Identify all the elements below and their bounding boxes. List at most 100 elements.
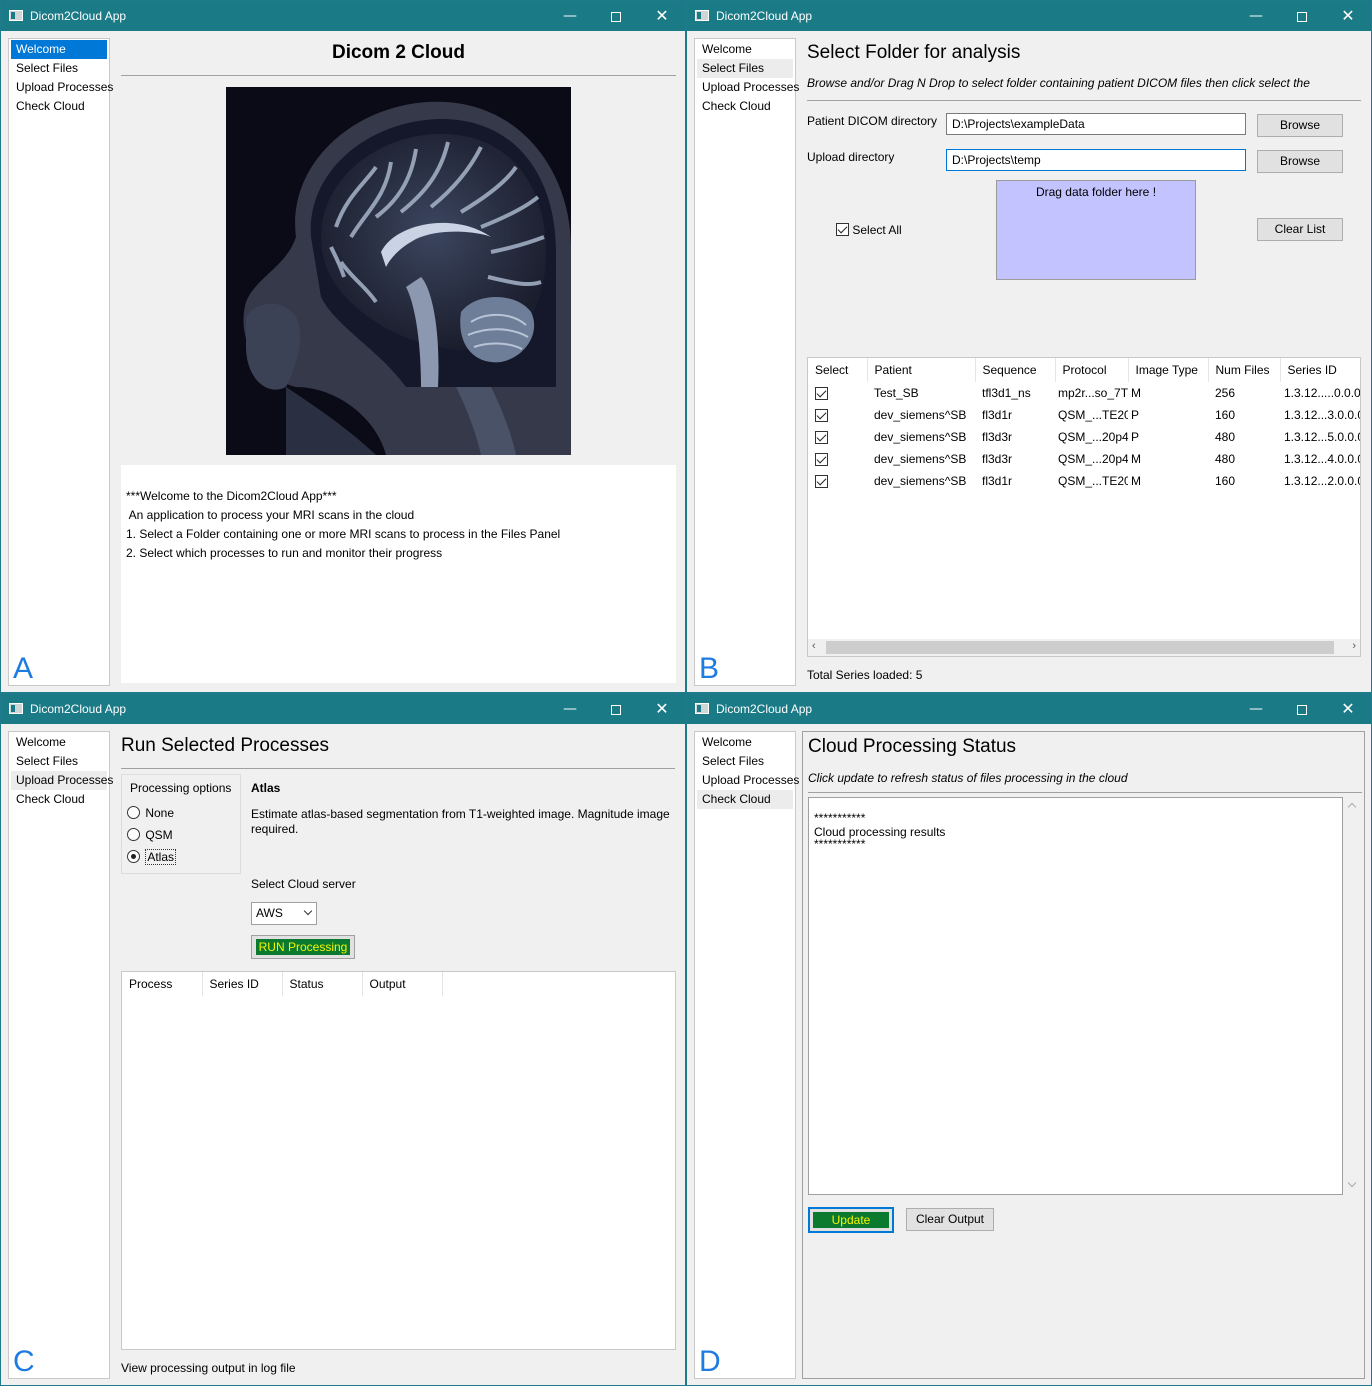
row-checkbox[interactable] [815,475,828,489]
panel-letter: B [699,652,720,685]
radio-icon[interactable] [127,806,140,820]
welcome-text-box: ***Welcome to the Dicom2Cloud App*** An … [121,465,676,683]
maximize-icon[interactable] [593,1,639,31]
column-header[interactable]: Protocol [1055,358,1129,382]
chevron-down-icon [303,906,313,916]
minimize-icon[interactable]: — [1233,694,1279,724]
table-row[interactable]: dev_siemens^SB fl3d1r QSM_...TE20 M 160 … [808,470,1360,492]
maximize-icon[interactable] [593,694,639,724]
column-header[interactable]: Series ID [1280,358,1360,382]
output-line: *********** [814,811,866,825]
column-header[interactable]: Process [122,972,203,996]
sidebar-item-select-files[interactable]: Select Files [697,752,793,771]
titlebar[interactable]: Dicom2Cloud App — ✕ [1,1,685,31]
radio-icon[interactable] [127,850,140,864]
sidebar-item-upload-processes[interactable]: Upload Processes [11,78,113,97]
close-icon[interactable]: ✕ [639,1,685,31]
radio-icon[interactable] [127,828,140,842]
cell-num-files: 160 [1215,408,1236,422]
sidebar-item-check-cloud[interactable]: Check Cloud [697,790,793,809]
server-select[interactable]: AWS [251,902,317,925]
cell-sequence: fl3d1r [982,408,1013,422]
cloud-output-box[interactable]: *********** Cloud processing results ***… [808,797,1343,1195]
column-header[interactable]: Sequence [975,358,1056,382]
sidebar-item-upload-processes[interactable]: Upload Processes [11,771,113,790]
table-row[interactable]: dev_siemens^SB fl3d3r QSM_...20p4 P 480 … [808,426,1360,448]
cell-protocol: QSM_...TE20 [1058,408,1128,422]
minimize-icon[interactable]: — [1233,1,1279,31]
table-row[interactable]: Test_SB tfl3d1_ns mp2r...so_7T M 256 1.3… [808,382,1360,404]
minimize-icon[interactable]: — [547,1,593,31]
column-header[interactable]: Series ID [202,972,283,996]
sidebar-item-welcome[interactable]: Welcome [11,733,107,752]
cell-patient: dev_siemens^SB [874,430,967,444]
update-button[interactable]: Update [813,1212,889,1228]
log-footer: View processing output in log file [121,1361,296,1375]
radio-none[interactable]: None [127,805,174,820]
clear-output-button[interactable]: Clear Output [906,1208,994,1231]
patient-dir-input[interactable]: D:\Projects\exampleData [946,113,1246,135]
sidebar-item-welcome[interactable]: Welcome [11,40,107,59]
drop-zone[interactable]: Drag data folder here ! [996,180,1196,280]
welcome-line: ***Welcome to the Dicom2Cloud App*** [126,489,337,503]
select-all-checkbox[interactable]: Select All [836,222,902,237]
vertical-scrollbar[interactable] [1344,797,1362,1195]
sidebar-item-check-cloud[interactable]: Check Cloud [697,97,793,116]
titlebar[interactable]: Dicom2Cloud App — ✕ [1,694,685,724]
row-checkbox[interactable] [815,431,828,445]
radio-qsm[interactable]: QSM [127,827,173,842]
app-window-icon [9,703,23,714]
minimize-icon[interactable]: — [547,694,593,724]
close-icon[interactable]: ✕ [639,694,685,724]
cell-series-id: 1.3.12...3.0.0.0 [1284,408,1361,422]
cell-series-id: 1.3.12...4.0.0.0 [1284,452,1361,466]
upload-dir-input[interactable]: D:\Projects\temp [946,149,1246,171]
clear-list-button[interactable]: Clear List [1257,218,1343,241]
maximize-icon[interactable] [1279,694,1325,724]
sidebar-item-welcome[interactable]: Welcome [697,40,793,59]
column-header[interactable]: Status [282,972,363,996]
checkbox-icon[interactable] [836,223,849,237]
sidebar-item-check-cloud[interactable]: Check Cloud [11,97,107,116]
column-header[interactable]: Num Files [1208,358,1281,382]
drop-zone-label: Drag data folder here ! [1035,185,1157,199]
scroll-up-icon[interactable] [1347,802,1357,812]
row-checkbox[interactable] [815,453,828,467]
scroll-right-icon[interactable]: › [1352,640,1356,652]
sidebar-item-select-files[interactable]: Select Files [697,59,793,78]
cell-image-type: M [1131,386,1141,400]
row-checkbox[interactable] [815,409,828,423]
cell-patient: Test_SB [874,386,919,400]
page-title: Select Folder for analysis [807,42,1021,63]
browse-patient-button[interactable]: Browse [1257,114,1343,137]
scroll-left-icon[interactable]: ‹ [812,640,816,652]
column-header[interactable]: Output [362,972,443,996]
table-row[interactable]: dev_siemens^SB fl3d3r QSM_...20p4 M 480 … [808,448,1361,470]
sidebar-item-select-files[interactable]: Select Files [11,752,107,771]
cell-sequence: fl3d3r [982,430,1013,444]
scroll-down-icon[interactable] [1347,1178,1357,1188]
sidebar-item-welcome[interactable]: Welcome [697,733,793,752]
cell-image-type: M [1131,452,1141,466]
sidebar-item-check-cloud[interactable]: Check Cloud [11,790,107,809]
cell-protocol: QSM_...20p4 [1058,452,1128,466]
browse-upload-button[interactable]: Browse [1257,150,1343,173]
radio-atlas[interactable]: Atlas [127,848,177,865]
maximize-icon[interactable] [1279,1,1325,31]
titlebar[interactable]: Dicom2Cloud App — ✕ [687,1,1371,31]
scrollbar-thumb[interactable] [826,641,1334,654]
table-row[interactable]: dev_siemens^SB fl3d1r QSM_...TE20 P 160 … [808,404,1361,426]
titlebar[interactable]: Dicom2Cloud App — ✕ [687,694,1371,724]
close-icon[interactable]: ✕ [1325,1,1371,31]
sidebar-item-upload-processes[interactable]: Upload Processes [697,771,799,790]
column-header[interactable]: Select [808,358,868,382]
column-header[interactable]: Patient [867,358,976,382]
sidebar-item-select-files[interactable]: Select Files [11,59,107,78]
output-line: *********** [814,837,866,851]
close-icon[interactable]: ✕ [1325,694,1371,724]
horizontal-scrollbar[interactable]: ‹ › [808,639,1360,656]
run-processing-button[interactable]: RUN Processing [256,939,350,955]
column-header[interactable]: Image Type [1128,358,1209,382]
row-checkbox[interactable] [815,387,828,401]
sidebar-item-upload-processes[interactable]: Upload Processes [697,78,799,97]
